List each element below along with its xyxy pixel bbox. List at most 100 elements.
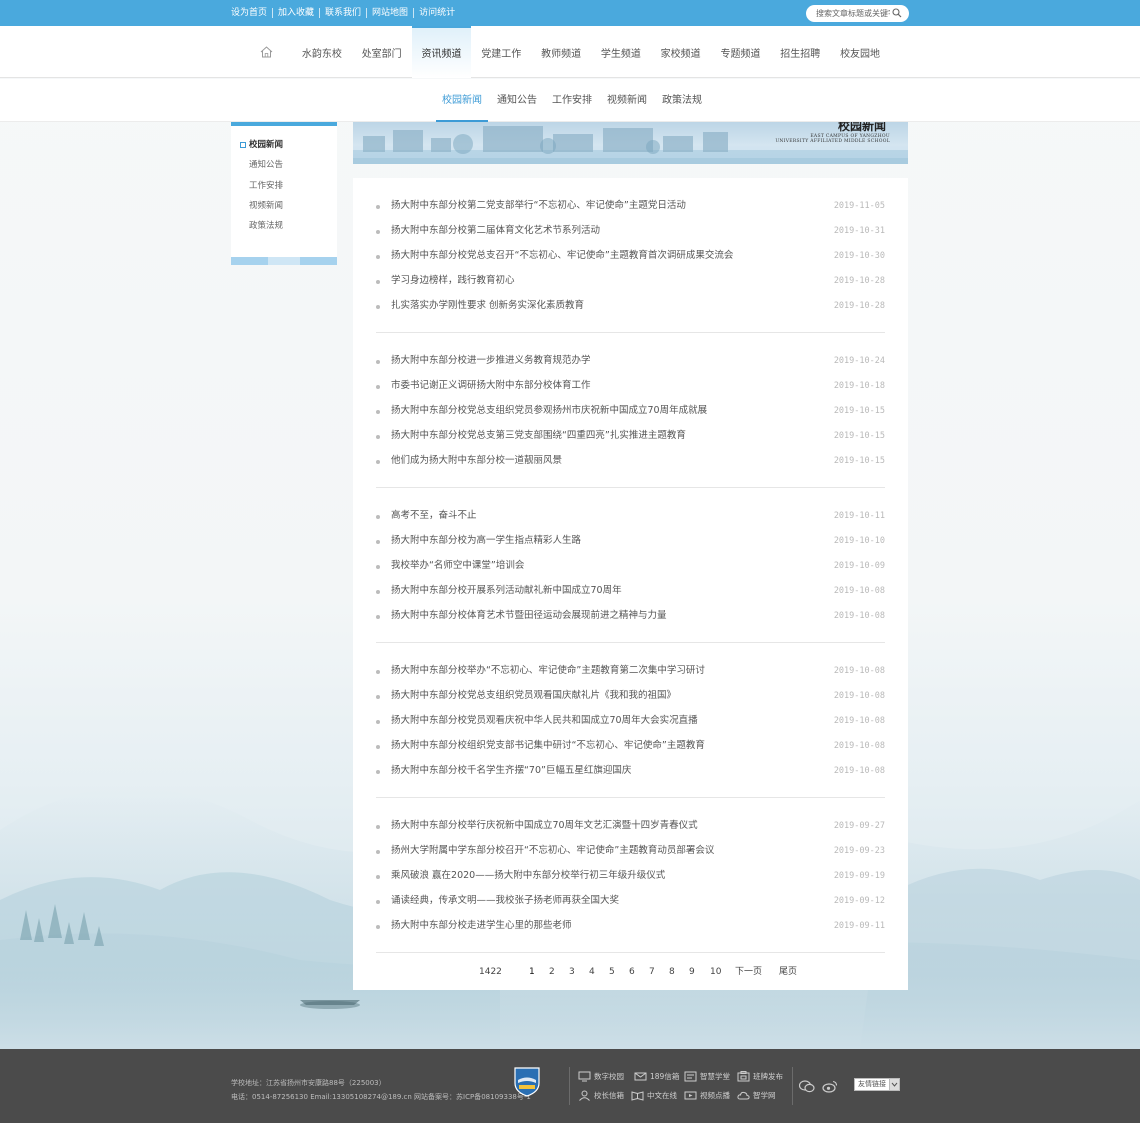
news-title[interactable]: 扬大附中东部分校党员观看庆祝中华人民共和国成立70周年大会实况直播 bbox=[391, 714, 698, 728]
news-item[interactable]: 扬大附中东部分校开展系列活动献礼新中国成立70周年 2019-10-08 bbox=[376, 584, 885, 598]
nav-item-departments[interactable]: 处室部门 bbox=[352, 26, 412, 78]
subnav-notices[interactable]: 通知公告 bbox=[491, 79, 543, 122]
news-title[interactable]: 扬大附中东部分校第二党支部举行“不忘初心、牢记使命”主题党日活动 bbox=[391, 199, 686, 213]
news-title[interactable]: 扬大附中东部分校党总支召开“不忘初心、牢记使命”主题教育首次调研成果交流会 bbox=[391, 249, 733, 263]
news-title[interactable]: 扬大附中东部分校千名学生齐摆“70”巨幅五星红旗迎国庆 bbox=[391, 764, 631, 778]
news-title[interactable]: 扎实落实办学刚性要求 创新务实深化素质教育 bbox=[391, 299, 584, 313]
news-item[interactable]: 扬大附中东部分校党员观看庆祝中华人民共和国成立70周年大会实况直播 2019-10… bbox=[376, 714, 885, 728]
nav-item-topics[interactable]: 专题频道 bbox=[711, 26, 771, 78]
news-title[interactable]: 诵读经典，传承文明——我校张子扬老师再获全国大奖 bbox=[391, 894, 619, 908]
news-item[interactable]: 扬大附中东部分校为高一学生指点精彩人生路 2019-10-10 bbox=[376, 534, 885, 548]
top-link-favorite[interactable]: 加入收藏 bbox=[272, 8, 319, 18]
pagination-page-10[interactable]: 10 bbox=[710, 965, 721, 979]
pagination-page-3[interactable]: 3 bbox=[569, 965, 575, 979]
news-item[interactable]: 扬大附中东部分校走进学生心里的那些老师 2019-09-11 bbox=[376, 919, 885, 933]
subnav-video-news[interactable]: 视频新闻 bbox=[601, 79, 653, 122]
nav-item-shuiyun[interactable]: 水韵东校 bbox=[292, 26, 352, 78]
news-title[interactable]: 扬大附中东部分校为高一学生指点精彩人生路 bbox=[391, 534, 581, 548]
news-item[interactable]: 扬大附中东部分校进一步推进义务教育规范办学 2019-10-24 bbox=[376, 354, 885, 368]
news-title[interactable]: 我校举办“名师空中课堂”培训会 bbox=[391, 559, 524, 573]
news-title[interactable]: 扬大附中东部分校走进学生心里的那些老师 bbox=[391, 919, 572, 933]
news-title[interactable]: 扬大附中东部分校党总支第三党支部围绕“四重四亮”扎实推进主题教育 bbox=[391, 429, 686, 443]
search-input[interactable] bbox=[806, 9, 890, 18]
news-title[interactable]: 扬大附中东部分校体育艺术节暨田径运动会展现前进之精神与力量 bbox=[391, 609, 667, 623]
news-title[interactable]: 扬大附中东部分校第二届体育文化艺术节系列活动 bbox=[391, 224, 600, 238]
news-item[interactable]: 扬大附中东部分校党总支第三党支部围绕“四重四亮”扎实推进主题教育 2019-10-… bbox=[376, 429, 885, 443]
footer-link-principal-mail[interactable]: 校长信箱 bbox=[578, 1090, 624, 1101]
news-title[interactable]: 扬大附中东部分校举办“不忘初心、牢记使命”主题教育第二次集中学习研讨 bbox=[391, 664, 705, 678]
news-item[interactable]: 扬大附中东部分校党总支召开“不忘初心、牢记使命”主题教育首次调研成果交流会 201… bbox=[376, 249, 885, 263]
news-item[interactable]: 扬大附中东部分校第二党支部举行“不忘初心、牢记使命”主题党日活动 2019-11-… bbox=[376, 199, 885, 213]
news-item[interactable]: 学习身边榜样，践行教育初心 2019-10-28 bbox=[376, 274, 885, 288]
footer-link-class-board[interactable]: 班牌发布 bbox=[737, 1071, 783, 1082]
subnav-campus-news[interactable]: 校园新闻 bbox=[436, 79, 488, 122]
news-item[interactable]: 扬大附中东部分校举办“不忘初心、牢记使命”主题教育第二次集中学习研讨 2019-1… bbox=[376, 664, 885, 678]
pagination-page-9[interactable]: 9 bbox=[689, 965, 695, 979]
news-item[interactable]: 扬大附中东部分校第二届体育文化艺术节系列活动 2019-10-31 bbox=[376, 224, 885, 238]
news-item[interactable]: 扬州大学附属中学东部分校召开“不忘初心、牢记使命”主题教育动员部署会议 2019-… bbox=[376, 844, 885, 858]
pagination-page-5[interactable]: 5 bbox=[609, 965, 615, 979]
nav-item-students[interactable]: 学生频道 bbox=[591, 26, 651, 78]
footer-link-smart-class[interactable]: 智慧学堂 bbox=[684, 1071, 730, 1082]
pagination-page-4[interactable]: 4 bbox=[589, 965, 595, 979]
news-title[interactable]: 乘风破浪 赢在2020——扬大附中东部分校举行初三年级升级仪式 bbox=[391, 869, 665, 883]
news-item[interactable]: 扬大附中东部分校党总支组织党员参观扬州市庆祝新中国成立70周年成就展 2019-1… bbox=[376, 404, 885, 418]
top-link-set-home[interactable]: 设为首页 bbox=[231, 8, 272, 18]
news-title[interactable]: 扬大附中东部分校开展系列活动献礼新中国成立70周年 bbox=[391, 584, 622, 598]
sidebar-item-notices[interactable]: 通知公告 bbox=[249, 158, 283, 178]
subnav-policies[interactable]: 政策法规 bbox=[656, 79, 708, 122]
top-link-sitemap[interactable]: 网站地图 bbox=[366, 8, 413, 18]
news-title[interactable]: 高考不至，奋斗不止 bbox=[391, 509, 477, 523]
nav-item-home-school[interactable]: 家校频道 bbox=[651, 26, 711, 78]
pagination-page-2[interactable]: 2 bbox=[549, 965, 555, 979]
news-item[interactable]: 扬大附中东部分校组织党支部书记集中研讨“不忘初心、牢记使命”主题教育 2019-1… bbox=[376, 739, 885, 753]
friend-links-select[interactable]: 友情链接 bbox=[854, 1078, 900, 1091]
top-link-contact[interactable]: 联系我们 bbox=[319, 8, 366, 18]
news-title[interactable]: 他们成为扬大附中东部分校一道靓丽风景 bbox=[391, 454, 562, 468]
search-icon[interactable] bbox=[892, 8, 902, 18]
pagination-page-8[interactable]: 8 bbox=[669, 965, 675, 979]
pagination-page-6[interactable]: 6 bbox=[629, 965, 635, 979]
news-item[interactable]: 扎实落实办学刚性要求 创新务实深化素质教育 2019-10-28 bbox=[376, 299, 885, 313]
pagination-last[interactable]: 尾页 bbox=[779, 965, 797, 979]
nav-item-recruit[interactable]: 招生招聘 bbox=[770, 26, 830, 78]
news-item[interactable]: 乘风破浪 赢在2020——扬大附中东部分校举行初三年级升级仪式 2019-09-1… bbox=[376, 869, 885, 883]
nav-item-alumni[interactable]: 校友园地 bbox=[830, 26, 890, 78]
news-title[interactable]: 扬大附中东部分校组织党支部书记集中研讨“不忘初心、牢记使命”主题教育 bbox=[391, 739, 705, 753]
subnav-work-plan[interactable]: 工作安排 bbox=[546, 79, 598, 122]
news-item[interactable]: 扬大附中东部分校党总支组织党员观看国庆献礼片《我和我的祖国》 2019-10-08 bbox=[376, 689, 885, 703]
news-item[interactable]: 高考不至，奋斗不止 2019-10-11 bbox=[376, 509, 885, 523]
pagination-next[interactable]: 下一页 bbox=[735, 965, 762, 979]
news-item[interactable]: 扬大附中东部分校千名学生齐摆“70”巨幅五星红旗迎国庆 2019-10-08 bbox=[376, 764, 885, 778]
news-title[interactable]: 学习身边榜样，践行教育初心 bbox=[391, 274, 515, 288]
nav-item-party[interactable]: 党建工作 bbox=[471, 26, 531, 78]
nav-home[interactable] bbox=[240, 26, 292, 78]
pagination-page-1[interactable]: 1 bbox=[529, 965, 535, 979]
news-title[interactable]: 扬大附中东部分校党总支组织党员观看国庆献礼片《我和我的祖国》 bbox=[391, 689, 676, 703]
news-item[interactable]: 他们成为扬大附中东部分校一道靓丽风景 2019-10-15 bbox=[376, 454, 885, 468]
top-link-stats[interactable]: 访问统计 bbox=[413, 8, 460, 18]
footer-link-189-mail[interactable]: 189信箱 bbox=[634, 1071, 679, 1082]
news-title[interactable]: 扬大附中东部分校举行庆祝新中国成立70周年文艺汇演暨十四岁青春仪式 bbox=[391, 819, 698, 833]
news-title[interactable]: 扬大附中东部分校进一步推进义务教育规范办学 bbox=[391, 354, 591, 368]
pagination-page-7[interactable]: 7 bbox=[649, 965, 655, 979]
news-title[interactable]: 扬州大学附属中学东部分校召开“不忘初心、牢记使命”主题教育动员部署会议 bbox=[391, 844, 714, 858]
wechat-icon[interactable] bbox=[799, 1080, 815, 1093]
news-title[interactable]: 市委书记谢正义调研扬大附中东部分校体育工作 bbox=[391, 379, 591, 393]
news-title[interactable]: 扬大附中东部分校党总支组织党员参观扬州市庆祝新中国成立70周年成就展 bbox=[391, 404, 707, 418]
footer-link-zhixue[interactable]: 智学网 bbox=[737, 1090, 776, 1101]
news-item[interactable]: 我校举办“名师空中课堂”培训会 2019-10-09 bbox=[376, 559, 885, 573]
sidebar-item-policies[interactable]: 政策法规 bbox=[249, 219, 283, 239]
footer-link-video-on-demand[interactable]: 视频点播 bbox=[684, 1090, 730, 1101]
footer-link-chinese-online[interactable]: 中文在线 bbox=[631, 1090, 677, 1101]
sidebar-item-campus-news[interactable]: 校园新闻 bbox=[239, 138, 283, 158]
weibo-icon[interactable] bbox=[822, 1080, 838, 1093]
sidebar-item-work-plan[interactable]: 工作安排 bbox=[249, 179, 283, 199]
news-item[interactable]: 诵读经典，传承文明——我校张子扬老师再获全国大奖 2019-09-12 bbox=[376, 894, 885, 908]
news-item[interactable]: 市委书记谢正义调研扬大附中东部分校体育工作 2019-10-18 bbox=[376, 379, 885, 393]
sidebar-item-video-news[interactable]: 视频新闻 bbox=[249, 199, 283, 219]
footer-link-digital-campus[interactable]: 数字校园 bbox=[578, 1071, 624, 1082]
nav-item-news[interactable]: 资讯频道 bbox=[411, 26, 472, 78]
news-item[interactable]: 扬大附中东部分校举行庆祝新中国成立70周年文艺汇演暨十四岁青春仪式 2019-09… bbox=[376, 819, 885, 833]
nav-item-teachers[interactable]: 教师频道 bbox=[531, 26, 591, 78]
